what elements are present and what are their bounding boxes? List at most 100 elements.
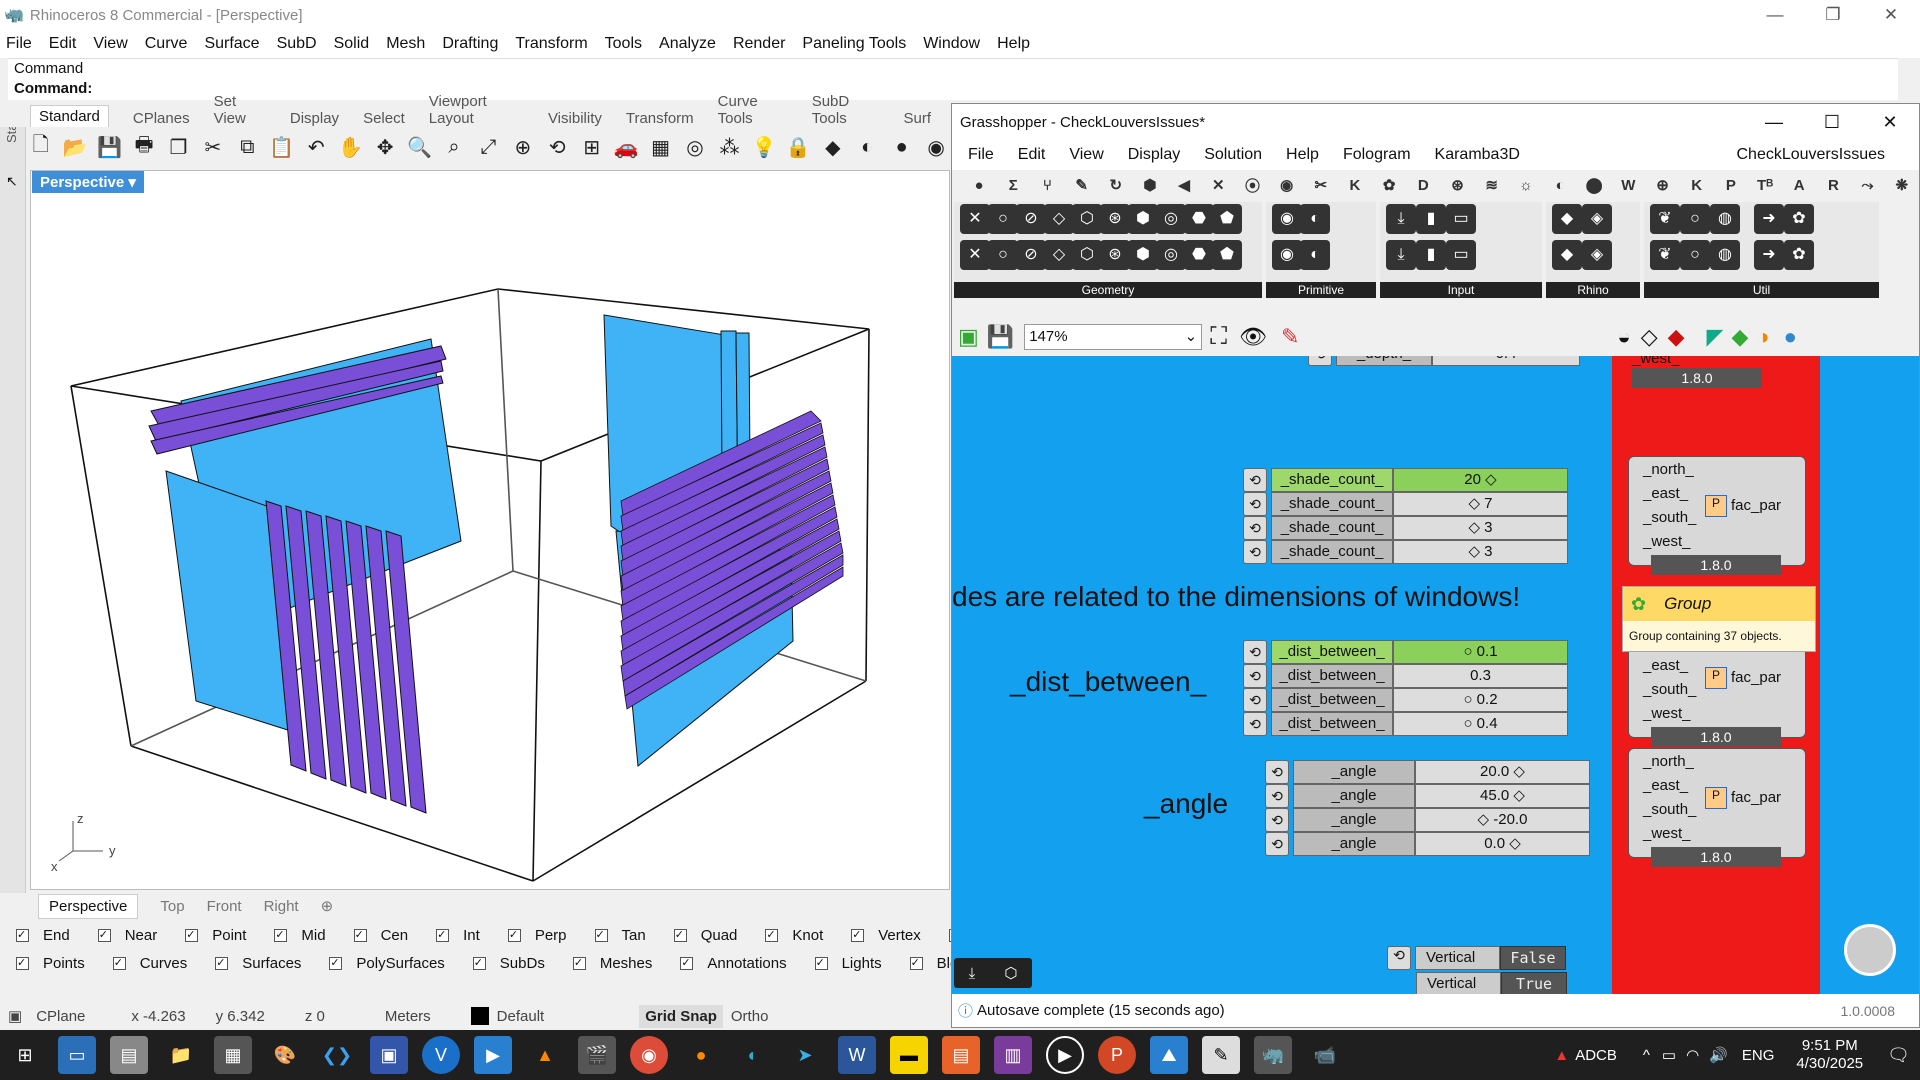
tab-standard[interactable]: Standard [30,105,109,127]
tab-subd-tools[interactable]: SubD Tools [812,93,880,127]
fac-par-component[interactable]: _north_ _east_ _south_ _west_ Pfac_par 1.8.0 [1628,456,1806,575]
explorer-icon[interactable]: 📁 [162,1036,200,1074]
component-button-icon[interactable]: ▮ [1416,204,1446,234]
component-button-icon[interactable]: ○ [988,240,1018,270]
group-geometry-label[interactable]: Geometry [954,282,1262,298]
osnap-tan[interactable]: ✓ Tan [594,927,660,944]
media-icon[interactable]: ▶ [474,1036,512,1074]
tray-chevron-icon[interactable]: ^ [1643,1047,1650,1064]
gh-tab[interactable]: ⤳ [1850,177,1884,194]
gh-tab[interactable]: ◉ [1270,176,1304,194]
gh-tab[interactable]: ⬤ [1577,176,1611,194]
gh-menu-view[interactable]: View [1069,146,1103,164]
color-preview-icon[interactable]: ◑ [1756,324,1769,350]
toggle-vertical-true[interactable]: Vertical True [1416,972,1567,994]
osnap-polysurfaces[interactable]: ✓ PolySurfaces [329,955,458,972]
component-button-icon[interactable]: ⬢ [1128,204,1158,234]
gh-tab[interactable]: ⊛ [1440,176,1474,194]
rotate-view-icon[interactable]: ⟲ [543,132,572,162]
gh-tab[interactable]: D [1406,177,1440,194]
print-icon[interactable]: 🖶 [129,132,158,162]
osnap-mid[interactable]: ✓ Mid [274,927,339,944]
dist-between-slider[interactable]: ⟲ _dist_between_ 0.3 [1243,664,1568,688]
component-button-icon[interactable]: ◎ [1156,204,1186,234]
component-button-icon[interactable]: ⊘ [1016,240,1046,270]
vp-tab-add-icon[interactable]: ⊕ [321,897,334,915]
language-indicator[interactable]: ENG [1742,1047,1775,1064]
gh-minimize-button[interactable]: — [1745,104,1803,140]
component-button-icon[interactable]: ⤓ [1386,204,1416,234]
component-button-icon[interactable]: ⤓ [1386,240,1416,270]
zoom-icon[interactable]: 🔍 [405,132,434,162]
firefox-icon[interactable]: ● [682,1036,720,1074]
checkbox[interactable]: ✓ [472,956,486,970]
slider-value[interactable]: 0.3 [1393,664,1568,688]
winrar-icon[interactable]: ▥ [994,1036,1032,1074]
clock-date[interactable]: 4/30/2025 [1796,1055,1863,1073]
checkbox[interactable]: ✓ [673,928,687,942]
menu-transform[interactable]: Transform [515,35,587,53]
light-icon[interactable]: 💡 [749,132,778,162]
viewport-title-tab[interactable]: Perspective ▾ [32,171,144,193]
component-button-icon[interactable]: ⬣ [1184,240,1214,270]
gh-tab[interactable]: ✎ [1065,176,1099,194]
tab-curve-tools[interactable]: Curve Tools [718,93,788,127]
component-button-icon[interactable]: ◍ [1710,240,1740,270]
gh-menu-file[interactable]: File [968,146,994,164]
pin-south[interactable]: _south_ [1643,681,1696,698]
checkbox[interactable]: ✓ [16,956,29,970]
gh-menu-solution[interactable]: Solution [1204,146,1262,164]
vp-tab-right[interactable]: Right [264,898,299,915]
slider-link-icon[interactable]: ⟲ [1265,808,1289,832]
notifications-icon[interactable]: 🗨 [1887,1045,1910,1066]
vp-tab-perspective[interactable]: Perspective [38,893,139,919]
slider-value[interactable]: ◇ 7 [1393,492,1568,516]
tab-set-view[interactable]: Set View [214,93,266,127]
sticky-notes-icon[interactable]: ▬ [890,1036,928,1074]
component-button-icon[interactable]: ❦ [1650,204,1680,234]
slider-link-icon[interactable]: ⟲ [1265,832,1289,856]
tab-select[interactable]: Select [363,110,405,127]
edge-icon[interactable]: ◐ [734,1036,772,1074]
status-grid-snap[interactable]: Grid Snap [639,1004,723,1028]
toggle-value[interactable]: False [1500,946,1566,970]
pin-north[interactable]: _north_ [1643,461,1694,478]
component-button-icon[interactable]: ▭ [1446,204,1476,234]
remote-desktop-icon[interactable]: ▣ [370,1036,408,1074]
group-primitive-label[interactable]: Primitive [1266,282,1376,298]
pin-east[interactable]: _east_ [1643,657,1688,674]
photos-icon[interactable]: ⛰ [1150,1036,1188,1074]
close-button[interactable]: ✕ [1862,0,1920,30]
paste-icon[interactable]: 📋 [267,132,296,162]
select-arrow-icon[interactable]: ↖ [6,173,25,190]
properties-icon[interactable]: ❐ [164,132,193,162]
paint-icon[interactable]: 🎨 [266,1036,304,1074]
checkbox[interactable]: ✓ [814,956,828,970]
minimize-button[interactable]: — [1746,0,1804,30]
points-icon[interactable]: ⁂ [715,132,744,162]
pin-south[interactable]: _south_ [1643,801,1696,818]
component-button-icon[interactable]: ○ [988,204,1018,234]
osnap-annotations[interactable]: ✓ Annotations [680,955,800,972]
material-preview-icon[interactable]: ◆ [1731,324,1748,350]
shade-count-slider[interactable]: ⟲ _shade_count_ ◇ 7 [1243,492,1568,516]
group-util-label[interactable]: Util [1644,282,1879,298]
component-button-icon[interactable]: ⬟ [1212,240,1242,270]
rhino-8-icon[interactable]: 🦏 [1254,1036,1292,1074]
pin-west[interactable]: _west_ [1643,825,1691,842]
menu-mesh[interactable]: Mesh [386,35,425,53]
gh-tab[interactable]: ⬢ [1133,176,1167,194]
gh-document-name[interactable]: CheckLouversIssues [1736,146,1885,164]
checkbox[interactable]: ✓ [765,928,779,942]
pin-east[interactable]: _east_ [1643,777,1688,794]
gh-tab[interactable]: ⑂ [1030,177,1064,194]
word-icon[interactable]: W [838,1036,876,1074]
wireframe-icon[interactable]: ◇ [1641,324,1658,350]
layer-color-swatch[interactable] [470,1007,489,1025]
car-icon[interactable]: 🚗 [611,132,640,162]
slider-link-icon[interactable]: ⟲ [1243,540,1267,564]
component-button-icon[interactable]: ○ [1680,240,1710,270]
gh-menu-edit[interactable]: Edit [1018,146,1046,164]
battery-icon[interactable]: ▭ [1662,1046,1676,1064]
tab-cplanes[interactable]: CPlanes [133,110,190,127]
